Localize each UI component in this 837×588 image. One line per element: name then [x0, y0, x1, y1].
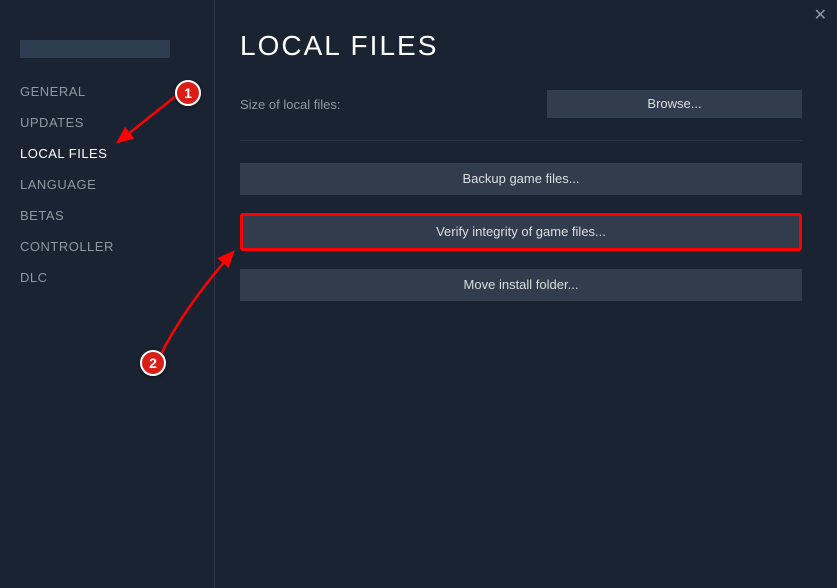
page-title: LOCAL FILES [240, 30, 802, 62]
annotation-badge-2: 2 [140, 350, 166, 376]
sidebar-item-local-files[interactable]: LOCAL FILES [20, 138, 214, 169]
move-folder-button[interactable]: Move install folder... [240, 269, 802, 301]
browse-button[interactable]: Browse... [547, 90, 802, 118]
sidebar-item-betas[interactable]: BETAS [20, 200, 214, 231]
close-icon[interactable]: ✕ [814, 8, 827, 24]
sidebar-header-placeholder [20, 40, 170, 58]
verify-integrity-button[interactable]: Verify integrity of game files... [243, 216, 799, 248]
size-label: Size of local files: [240, 97, 340, 112]
divider [240, 140, 802, 141]
annotation-highlight-box: Verify integrity of game files... [240, 213, 802, 251]
sidebar-item-updates[interactable]: UPDATES [20, 107, 214, 138]
properties-window: ✕ GENERAL UPDATES LOCAL FILES LANGUAGE B… [0, 0, 837, 588]
sidebar-item-dlc[interactable]: DLC [20, 262, 214, 293]
sidebar-item-controller[interactable]: CONTROLLER [20, 231, 214, 262]
content-panel: LOCAL FILES Size of local files: Browse.… [215, 0, 837, 588]
annotation-badge-1: 1 [175, 80, 201, 106]
size-value [350, 96, 420, 112]
size-row: Size of local files: Browse... [240, 90, 802, 118]
backup-button[interactable]: Backup game files... [240, 163, 802, 195]
sidebar-item-language[interactable]: LANGUAGE [20, 169, 214, 200]
